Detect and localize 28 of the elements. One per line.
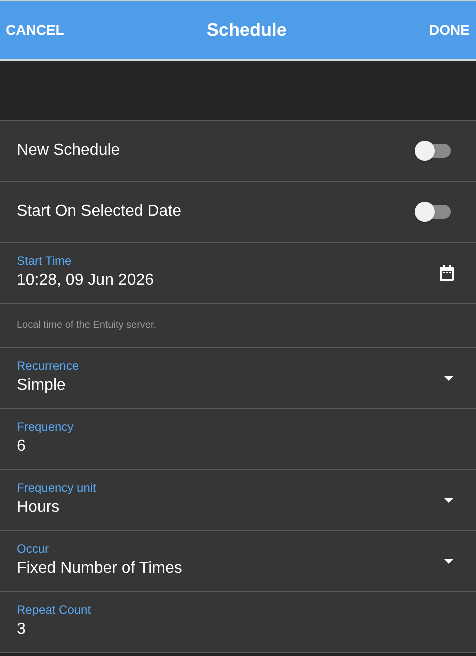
field-value: Simple	[17, 376, 67, 396]
field-value: 10:28, 09 Jun 2026	[17, 271, 154, 291]
select-field[interactable]: Frequency unit Hours	[0, 470, 476, 531]
helper-text: Local time of the Entuity server.	[17, 319, 157, 333]
toggle-label: New Schedule	[17, 141, 120, 161]
field-value: Hours	[17, 498, 61, 518]
field-value: 6	[17, 437, 27, 457]
dropdown-caret-icon[interactable]	[444, 498, 454, 502]
toggle-switch[interactable]	[415, 202, 451, 222]
calendar-icon[interactable]	[440, 265, 454, 281]
field-label: Start Time	[17, 253, 73, 269]
field-label: Frequency unit	[17, 480, 96, 496]
date-field[interactable]: Start Time 10:28, 09 Jun 2026	[0, 243, 476, 304]
select-field[interactable]: Recurrence Simple	[0, 348, 476, 409]
field-label: Repeat Count	[17, 602, 92, 618]
header-title: Schedule	[206, 18, 287, 42]
field-value: 3	[17, 620, 27, 640]
toggle-label: Start On Selected Date	[17, 202, 182, 222]
field-label: Frequency	[17, 419, 74, 435]
dropdown-caret-icon[interactable]	[444, 558, 454, 564]
dropdown-caret-icon[interactable]	[444, 376, 454, 380]
toggle-switch[interactable]	[415, 141, 451, 161]
input-field[interactable]: Frequency 6	[0, 409, 476, 470]
input-field[interactable]: Repeat Count 3	[0, 592, 476, 653]
select-field[interactable]: Occur Fixed Number of Times	[0, 531, 476, 592]
field-label: Recurrence	[17, 358, 80, 374]
field-label: Occur	[17, 541, 50, 557]
field-value: Fixed Number of Times	[17, 559, 182, 579]
